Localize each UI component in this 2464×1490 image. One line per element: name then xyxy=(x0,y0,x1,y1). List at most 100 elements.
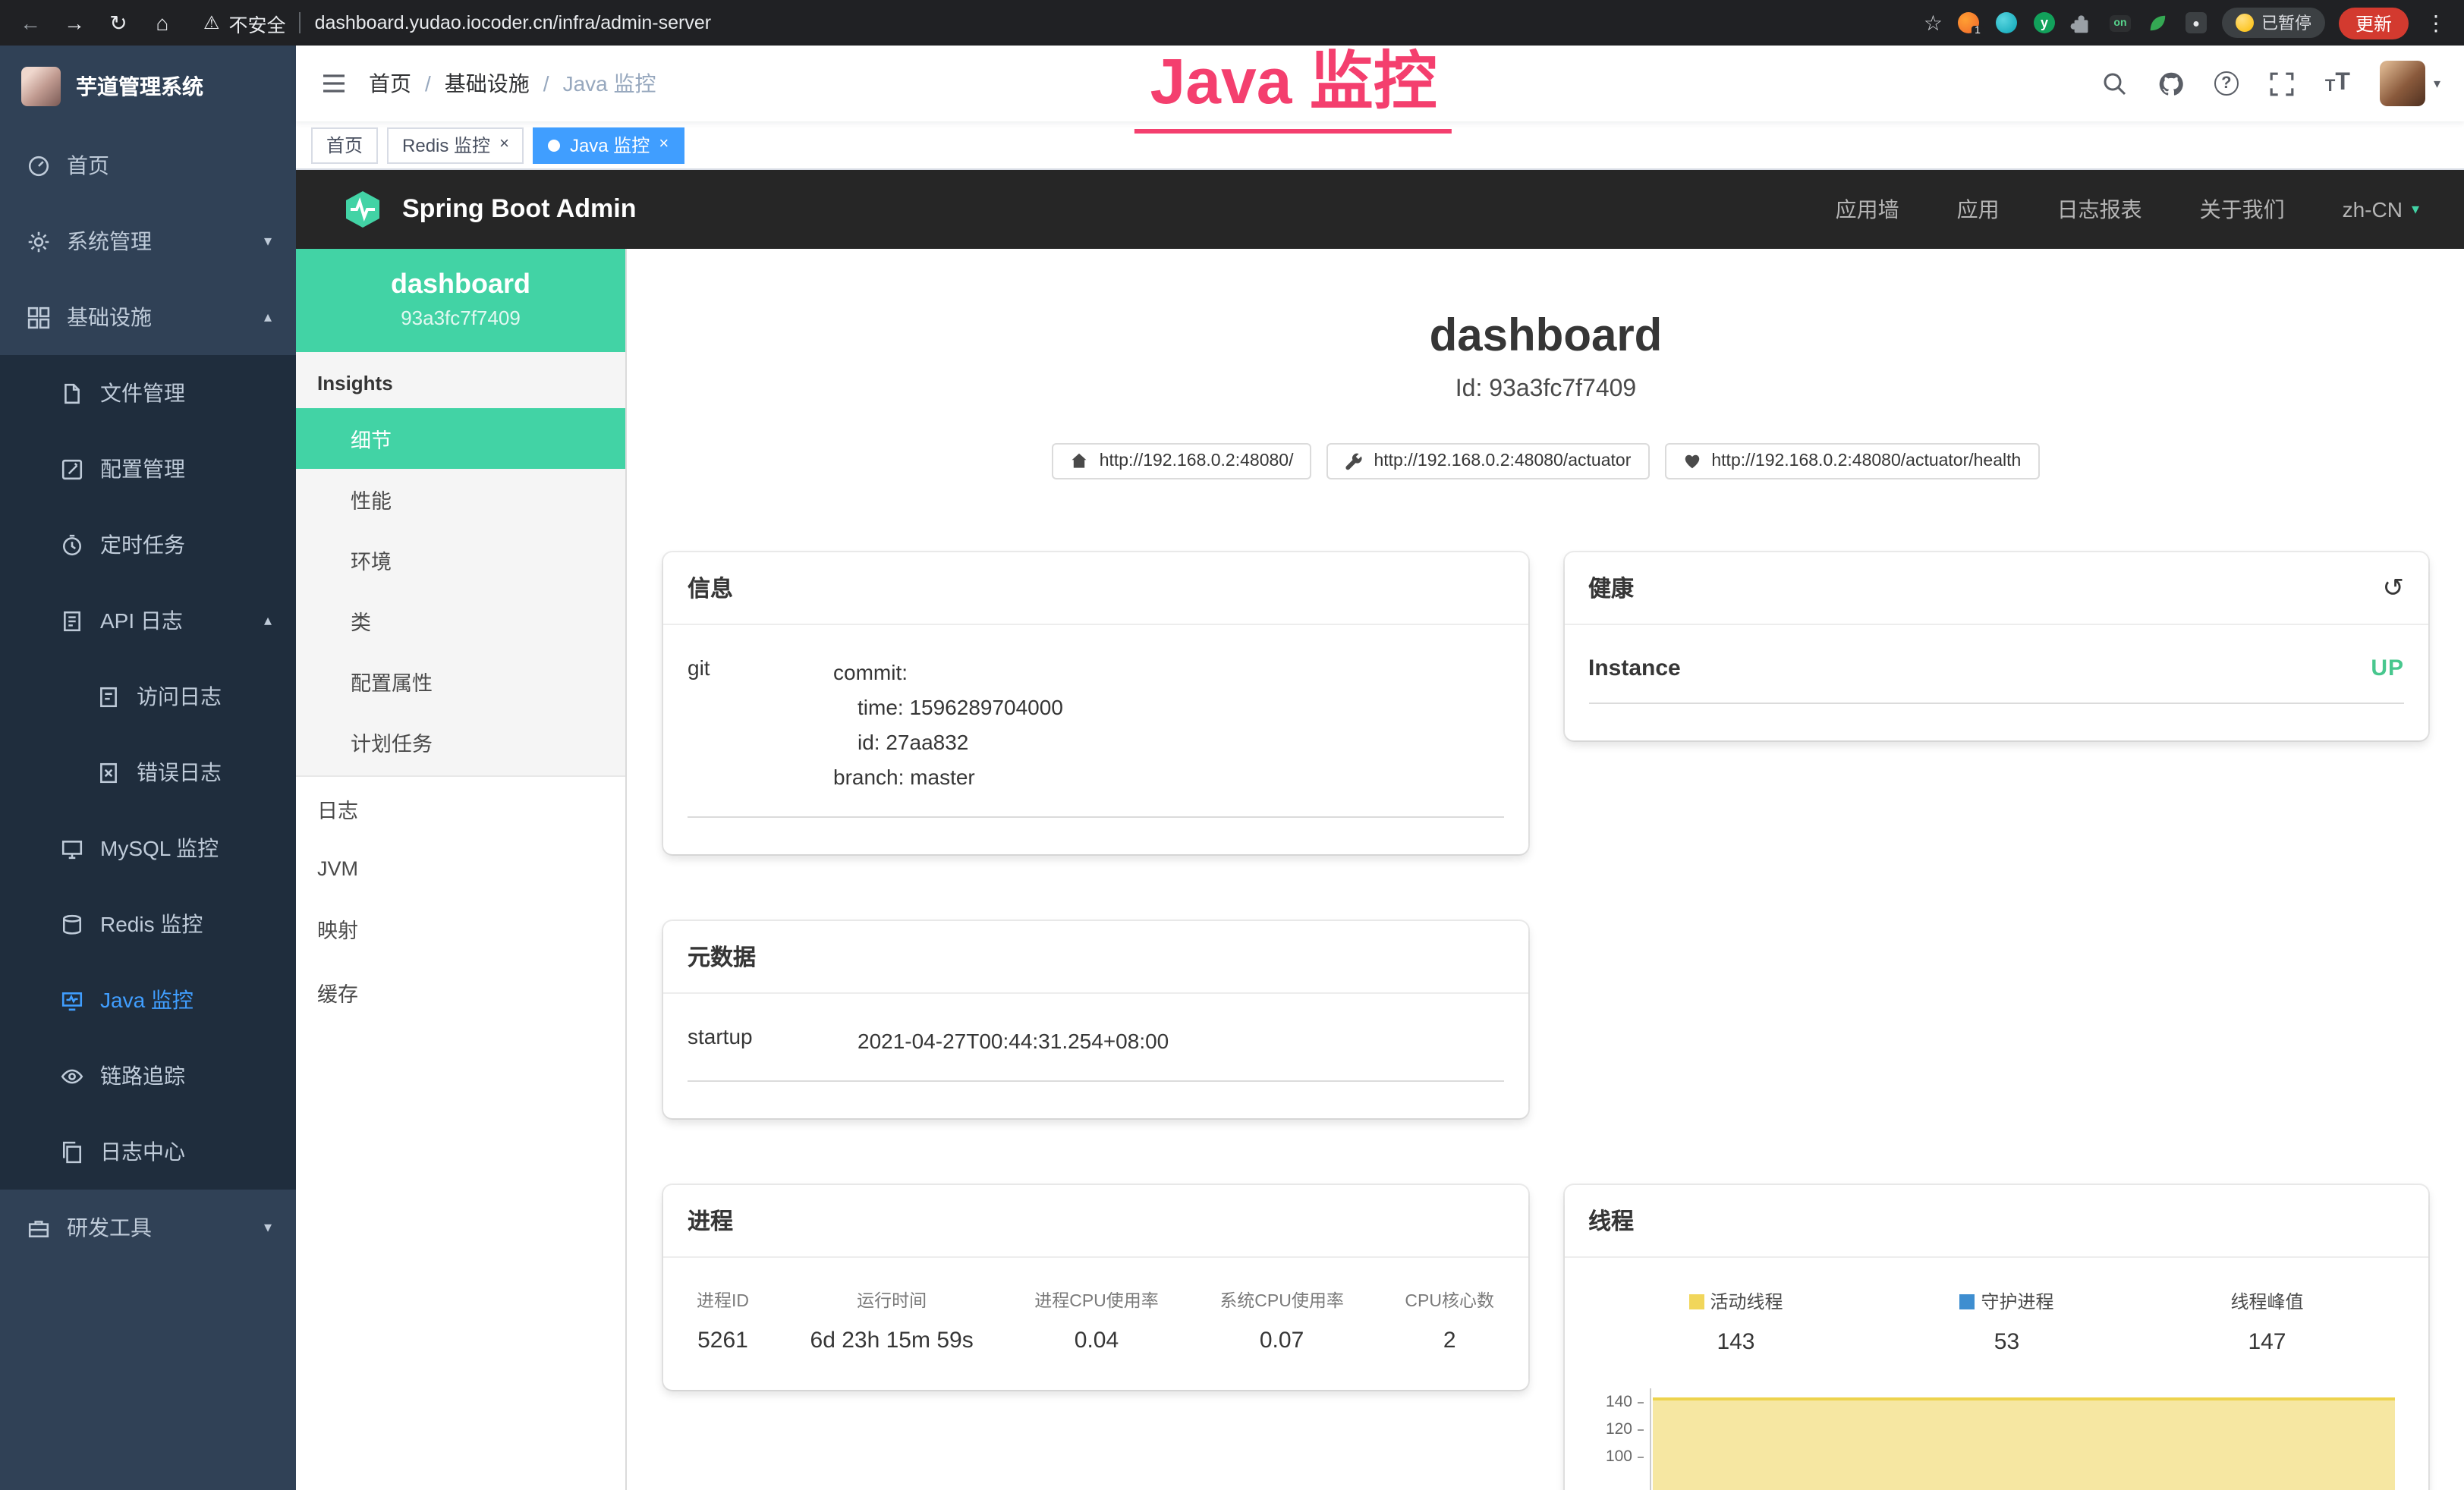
sba-item-logs[interactable]: 日志 xyxy=(296,777,625,841)
info-value: commit: time: 1596289704000 id: 27aa832 … xyxy=(833,655,1503,796)
sidebar-item-log-center[interactable]: 日志中心 xyxy=(0,1114,296,1190)
user-menu[interactable]: ▾ xyxy=(2381,61,2440,106)
update-button[interactable]: 更新 xyxy=(2339,7,2409,39)
sba-item-mappings[interactable]: 映射 xyxy=(296,897,625,960)
paused-badge[interactable]: 已暂停 xyxy=(2222,8,2325,38)
sidebar-item-dev-tools[interactable]: 研发工具 ▾ xyxy=(0,1190,296,1265)
chart-yellow-area xyxy=(1652,1398,2395,1490)
breadcrumb-infra[interactable]: 基础设施 xyxy=(445,68,530,99)
sidebar-item-redis[interactable]: Redis 监控 xyxy=(0,886,296,962)
history-icon[interactable]: ↺ xyxy=(2383,575,2405,601)
card-info: 信息 git commit: time: 1596289704000 id: 2… xyxy=(663,552,1528,855)
app-logo[interactable]: 芋道管理系统 xyxy=(0,46,296,127)
bookmark-star-icon[interactable]: ☆ xyxy=(1924,10,1943,36)
sba-item-classes[interactable]: 类 xyxy=(296,590,625,651)
security-label: 不安全 xyxy=(229,8,286,37)
extension-on-icon[interactable]: on xyxy=(2108,11,2132,35)
site-security[interactable]: ⚠ 不安全 xyxy=(203,8,286,37)
extension-badge: 1 xyxy=(1972,26,1984,38)
page-title: dashboard xyxy=(663,310,2428,364)
sidebar-item-jobs[interactable]: 定时任务 xyxy=(0,507,296,583)
error-log-icon xyxy=(97,761,120,784)
access-log-icon xyxy=(97,685,120,708)
sidebar-item-error-log[interactable]: 错误日志 xyxy=(0,734,296,810)
reload-icon[interactable]: ↻ xyxy=(103,8,134,38)
sidebar-item-mysql[interactable]: MySQL 监控 xyxy=(0,810,296,886)
sidebar-item-api-log[interactable]: API 日志 ▴ xyxy=(0,583,296,659)
screen: ← → ↻ ⌂ ⚠ 不安全 dashboard.yudao.iocoder.cn… xyxy=(0,0,2464,1490)
sidebar-item-system[interactable]: 系统管理 ▾ xyxy=(0,203,296,279)
card-threads-title: 线程 xyxy=(1564,1186,2428,1259)
browser-menu-icon[interactable]: ⋮ xyxy=(2422,10,2450,36)
link-actuator[interactable]: http://192.168.0.2:48080/actuator xyxy=(1326,443,1649,479)
sba-item-scheduled-tasks[interactable]: 计划任务 xyxy=(296,712,625,772)
insights-section-label: Insights xyxy=(296,352,625,408)
close-icon[interactable]: × xyxy=(499,137,509,153)
chevron-up-icon: ▴ xyxy=(264,612,272,629)
sidebar-item-home[interactable]: 首页 xyxy=(0,127,296,203)
tag-home[interactable]: 首页 xyxy=(311,127,378,163)
info-label: git xyxy=(688,655,833,796)
sidebar-item-files[interactable]: 文件管理 xyxy=(0,355,296,431)
extension-y-icon[interactable]: y xyxy=(2032,11,2056,35)
extensions-puzzle-icon[interactable] xyxy=(2070,11,2094,35)
sba-nav-journal[interactable]: 日志报表 xyxy=(2057,194,2142,225)
font-size-icon[interactable]: TT xyxy=(2325,71,2350,96)
sidebar-item-config[interactable]: 配置管理 xyxy=(0,431,296,507)
instance-header[interactable]: dashboard 93a3fc7f7409 xyxy=(296,249,625,352)
sba-item-details[interactable]: 细节 xyxy=(296,408,625,469)
legend-daemon-threads: 守护进程 53 xyxy=(1959,1289,2053,1356)
process-uptime: 运行时间 6d 23h 15m 59s xyxy=(810,1289,974,1354)
sidebar-fold-icon[interactable] xyxy=(320,70,348,97)
sba-nav: 应用墙 应用 日志报表 关于我们 zh-CN ▾ xyxy=(1836,194,2419,225)
heart-icon xyxy=(1682,452,1701,470)
address-bar[interactable]: dashboard.yudao.iocoder.cn/infra/admin-s… xyxy=(315,12,712,33)
back-icon[interactable]: ← xyxy=(15,8,46,38)
link-root[interactable]: http://192.168.0.2:48080/ xyxy=(1053,443,1312,479)
forward-icon[interactable]: → xyxy=(59,8,90,38)
metadata-row-startup: startup 2021-04-27T00:44:31.254+08:00 xyxy=(688,1025,1503,1083)
file-icon xyxy=(61,382,83,404)
extension-drop-icon[interactable] xyxy=(1994,11,2019,35)
legend-peak-threads: 线程峰值 147 xyxy=(2230,1289,2303,1356)
sba-brand[interactable]: Spring Boot Admin xyxy=(341,188,637,231)
chevron-down-icon: ▾ xyxy=(264,1219,272,1236)
sba-item-environment[interactable]: 环境 xyxy=(296,530,625,590)
health-row-instance[interactable]: Instance UP xyxy=(1588,655,2404,704)
fullscreen-icon[interactable] xyxy=(2269,71,2295,96)
home-icon[interactable]: ⌂ xyxy=(147,8,178,38)
tag-redis[interactable]: Redis 监控 × xyxy=(387,127,524,163)
sba-nav-applications[interactable]: 应用 xyxy=(1957,194,2000,225)
sba-language-select[interactable]: zh-CN ▾ xyxy=(2343,197,2419,222)
threads-chart: 140 120 100 xyxy=(1588,1389,2404,1490)
status-badge: UP xyxy=(2371,655,2404,681)
sidebar-item-infra[interactable]: 基础设施 ▴ xyxy=(0,279,296,355)
sba-item-config-props[interactable]: 配置属性 xyxy=(296,651,625,712)
sba-item-jvm[interactable]: JVM xyxy=(296,841,625,897)
extension-fox-icon[interactable]: 1 xyxy=(1956,11,1981,35)
sidebar-item-java[interactable]: Java 监控 xyxy=(0,962,296,1038)
extension-pin-icon[interactable]: ● xyxy=(2184,11,2208,35)
wrench-icon xyxy=(1345,452,1363,470)
sba-logo-icon xyxy=(341,188,384,231)
close-icon[interactable]: × xyxy=(659,137,669,153)
breadcrumb-home[interactable]: 首页 xyxy=(369,68,411,99)
sba-item-caches[interactable]: 缓存 xyxy=(296,960,625,1024)
logo-avatar xyxy=(21,67,61,106)
sba-nav-wallboard[interactable]: 应用墙 xyxy=(1836,194,1899,225)
info-row-git: git commit: time: 1596289704000 id: 27aa… xyxy=(688,655,1503,819)
navbar-actions: ? TT ▾ xyxy=(2102,61,2440,106)
help-icon[interactable]: ? xyxy=(2214,71,2239,96)
sidebar-item-tracing[interactable]: 链路追踪 xyxy=(0,1038,296,1114)
search-icon[interactable] xyxy=(2102,71,2128,96)
sba-nav-about[interactable]: 关于我们 xyxy=(2200,194,2285,225)
breadcrumb: 首页 / 基础设施 / Java 监控 xyxy=(369,68,656,99)
card-health: 健康 ↺ Instance UP xyxy=(1564,552,2428,740)
sba-item-metrics[interactable]: 性能 xyxy=(296,469,625,530)
chevron-up-icon: ▴ xyxy=(264,309,272,325)
github-icon[interactable] xyxy=(2158,71,2184,96)
tag-java[interactable]: Java 监控 × xyxy=(533,127,684,163)
extension-leaf-icon[interactable] xyxy=(2146,11,2170,35)
sidebar-item-access-log[interactable]: 访问日志 xyxy=(0,659,296,734)
link-health[interactable]: http://192.168.0.2:48080/actuator/health xyxy=(1664,443,2039,479)
